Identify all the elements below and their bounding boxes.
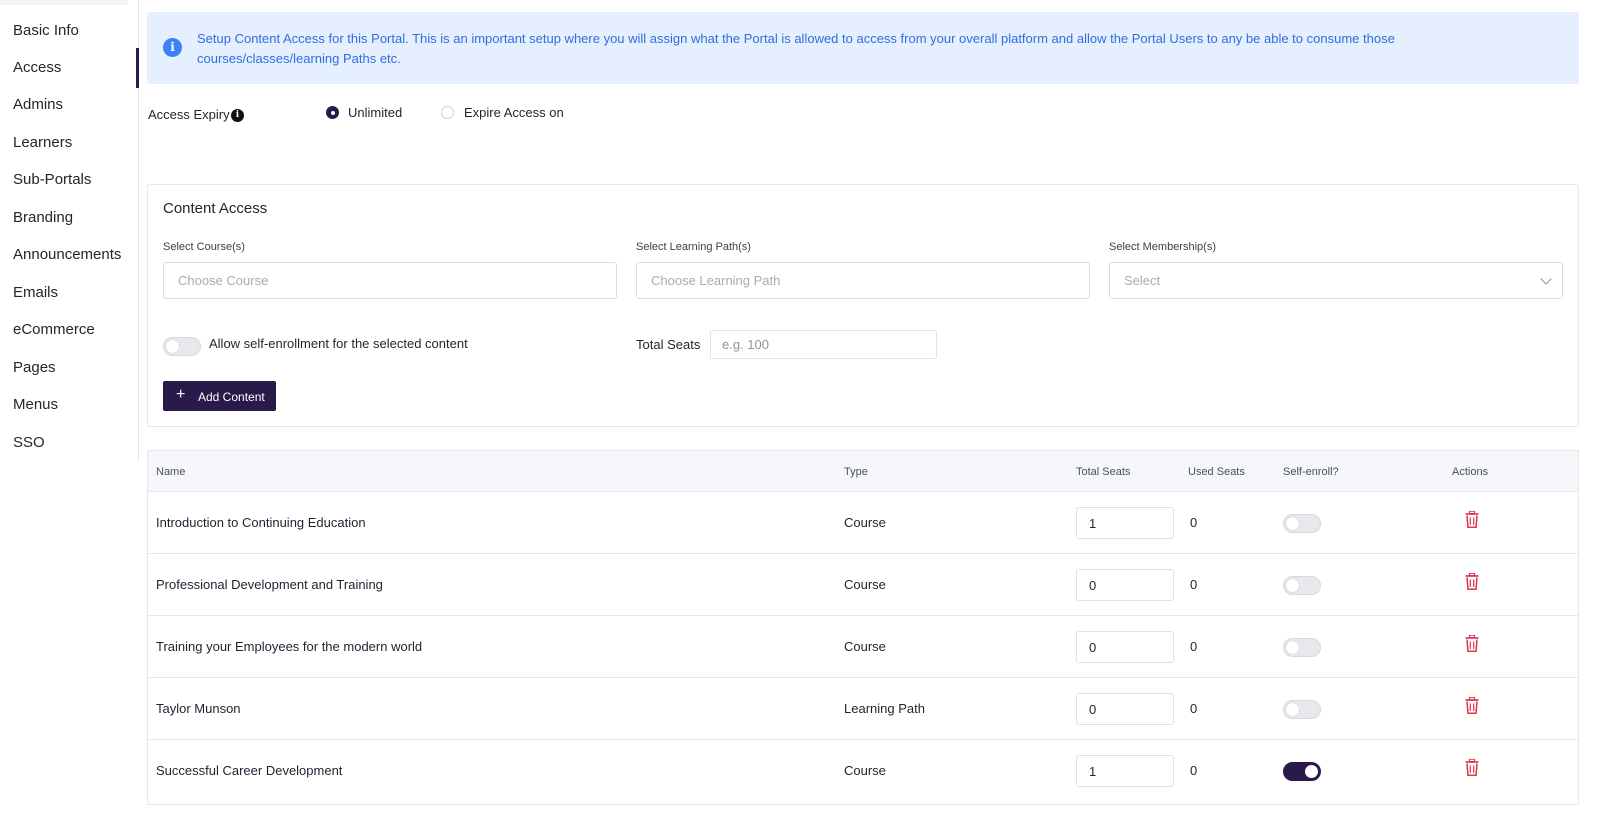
total-seats-input[interactable]: e.g. 100	[710, 330, 937, 359]
sidebar-item-sub-portals[interactable]: Sub-Portals	[13, 171, 91, 188]
trash-icon[interactable]	[1465, 573, 1479, 590]
table-header: Name Type Total Seats Used Seats Self-en…	[148, 451, 1578, 492]
table-row: Successful Career Development Course 1 0	[148, 740, 1578, 802]
row-type: Course	[844, 515, 886, 530]
row-self-enroll-toggle[interactable]	[1283, 638, 1321, 657]
membership-select-placeholder: Select	[1124, 273, 1161, 288]
row-used-seats: 0	[1190, 763, 1198, 778]
radio-expire-access-on[interactable]	[441, 106, 454, 119]
add-content-label: Add Content	[198, 390, 265, 404]
header-name: Name	[156, 466, 186, 478]
trash-icon[interactable]	[1465, 511, 1479, 528]
row-name: Training your Employees for the modern w…	[156, 639, 423, 654]
table-row: Taylor Munson Learning Path 0 0	[148, 678, 1578, 740]
row-total-seats-input[interactable]: 1	[1076, 755, 1174, 787]
chevron-down-icon	[1540, 273, 1552, 285]
header-total-seats: Total Seats	[1076, 466, 1131, 478]
sidebar-item-learners[interactable]: Learners	[13, 134, 72, 151]
row-type: Course	[844, 639, 886, 654]
row-name: Taylor Munson	[156, 701, 241, 716]
radio-unlimited-label[interactable]: Unlimited	[348, 105, 402, 120]
row-total-seats-input[interactable]: 0	[1076, 693, 1174, 725]
sidebar-item-ecommerce[interactable]: eCommerce	[13, 321, 95, 338]
sidebar-active-indicator	[136, 48, 139, 88]
row-self-enroll-toggle[interactable]	[1283, 762, 1321, 781]
course-select-label: Select Course(s)	[163, 241, 245, 253]
content-access-title: Content Access	[163, 200, 268, 217]
row-type: Course	[844, 763, 886, 778]
row-self-enroll-toggle[interactable]	[1283, 700, 1321, 719]
trash-icon[interactable]	[1465, 697, 1479, 714]
radio-unlimited[interactable]	[326, 106, 339, 119]
course-select-placeholder: Choose Course	[178, 273, 269, 288]
access-expiry-label: Access Expiry	[148, 107, 230, 122]
sidebar-item-admins[interactable]: Admins	[13, 96, 63, 113]
table-row: Introduction to Continuing Education Cou…	[148, 492, 1578, 554]
row-self-enroll-toggle[interactable]	[1283, 514, 1321, 533]
row-total-seats-input[interactable]: 1	[1076, 507, 1174, 539]
learning-path-select[interactable]: Choose Learning Path	[636, 262, 1090, 299]
row-used-seats: 0	[1190, 515, 1198, 530]
sidebar-item-emails[interactable]: Emails	[13, 284, 58, 301]
row-total-seats-input[interactable]: 0	[1076, 569, 1174, 601]
membership-select-label: Select Membership(s)	[1109, 241, 1216, 253]
sidebar-top-strip	[0, 0, 128, 5]
add-content-button[interactable]: + Add Content	[163, 381, 276, 411]
access-expiry-info-icon[interactable]: i	[231, 109, 244, 122]
plus-icon: +	[176, 386, 186, 403]
course-select[interactable]: Choose Course	[163, 262, 617, 299]
info-banner: i Setup Content Access for this Portal. …	[147, 12, 1579, 84]
sidebar-item-basic-info[interactable]: Basic Info	[13, 22, 79, 39]
trash-icon[interactable]	[1465, 759, 1479, 776]
content-table: Name Type Total Seats Used Seats Self-en…	[147, 450, 1579, 805]
row-self-enroll-toggle[interactable]	[1283, 576, 1321, 595]
sidebar-item-sso[interactable]: SSO	[13, 434, 45, 451]
row-name: Professional Development and Training	[156, 577, 383, 592]
learning-path-select-placeholder: Choose Learning Path	[651, 273, 781, 288]
row-name: Introduction to Continuing Education	[156, 515, 366, 530]
row-used-seats: 0	[1190, 639, 1198, 654]
row-type: Course	[844, 577, 886, 592]
header-self-enroll: Self-enroll?	[1283, 466, 1339, 478]
radio-expire-access-on-label[interactable]: Expire Access on	[464, 105, 564, 120]
info-icon: i	[163, 38, 182, 57]
table-row: Training your Employees for the modern w…	[148, 616, 1578, 678]
self-enrollment-label: Allow self-enrollment for the selected c…	[209, 336, 468, 351]
row-total-seats-input[interactable]: 0	[1076, 631, 1174, 663]
total-seats-label: Total Seats	[636, 337, 701, 352]
learning-path-select-label: Select Learning Path(s)	[636, 241, 751, 253]
header-type: Type	[844, 466, 868, 478]
sidebar-item-branding[interactable]: Branding	[13, 209, 73, 226]
row-used-seats: 0	[1190, 577, 1198, 592]
sidebar-item-access[interactable]: Access	[13, 59, 61, 76]
sidebar-item-announcements[interactable]: Announcements	[13, 246, 121, 263]
table-row: Professional Development and Training Co…	[148, 554, 1578, 616]
header-actions: Actions	[1452, 466, 1489, 478]
row-type: Learning Path	[844, 701, 925, 716]
self-enrollment-toggle[interactable]	[163, 337, 201, 356]
sidebar-item-pages[interactable]: Pages	[13, 359, 56, 376]
trash-icon[interactable]	[1465, 635, 1479, 652]
header-used-seats: Used Seats	[1188, 466, 1245, 478]
row-used-seats: 0	[1190, 701, 1198, 716]
sidebar-item-menus[interactable]: Menus	[13, 396, 58, 413]
content-access-card: Content Access Select Course(s) Choose C…	[147, 184, 1579, 427]
info-banner-text: Setup Content Access for this Portal. Th…	[197, 31, 1395, 66]
total-seats-placeholder: e.g. 100	[722, 337, 769, 352]
row-name: Successful Career Development	[156, 763, 343, 778]
settings-sidebar: Basic Info Access Admins Learners Sub-Po…	[0, 0, 139, 462]
membership-select[interactable]: Select	[1109, 262, 1563, 299]
